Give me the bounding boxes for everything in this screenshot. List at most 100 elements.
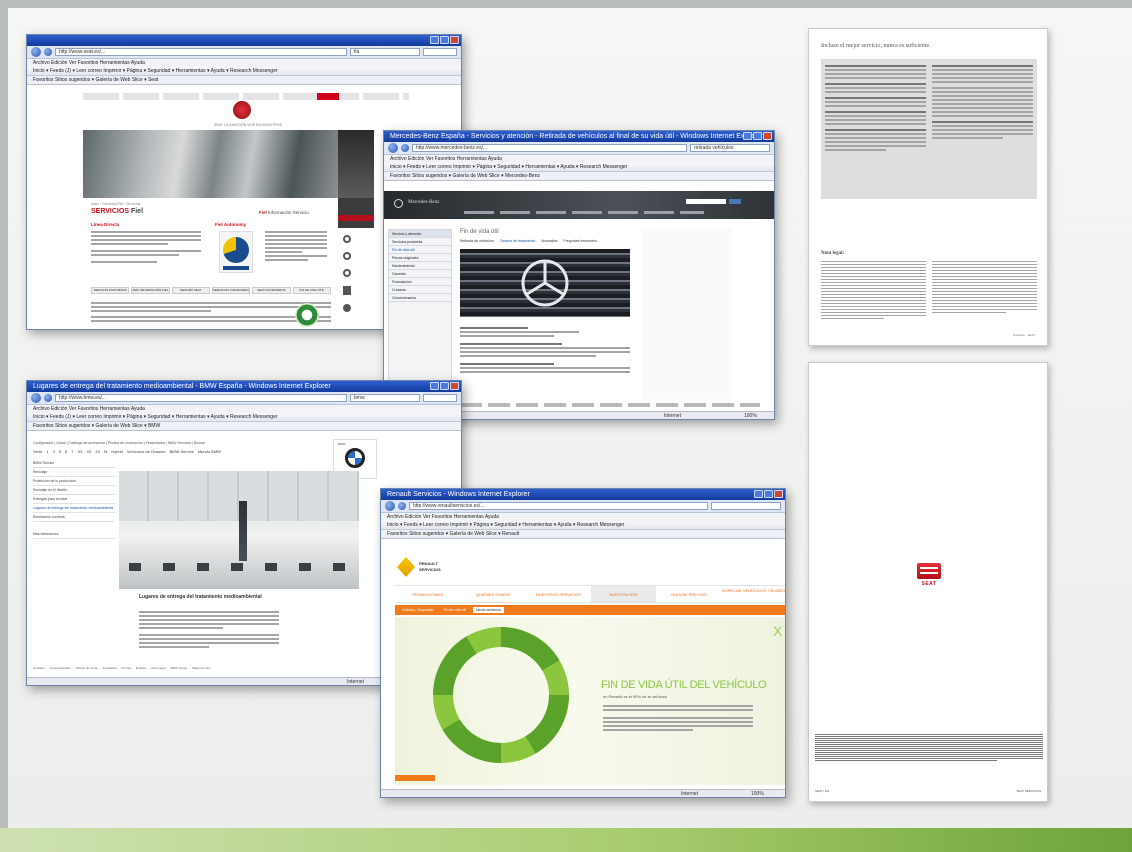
seat-side-menu-active[interactable] [338,215,374,221]
forward-arrow-icon[interactable] [44,394,52,402]
bmw-footer-link[interactable]: Concesionarios [50,666,71,670]
minimize-button[interactable] [430,382,439,390]
seat-tab[interactable]: MÁS INFORMACIÓN FIEL [131,287,170,294]
forward-arrow-icon[interactable] [401,144,409,152]
bmw-series-link[interactable]: 6 [65,449,67,454]
bmw-search-field[interactable]: bmw [350,394,420,402]
bmw-series-link[interactable]: Serie [33,449,42,454]
bmw-sidebar-item[interactable]: Reciclaje [33,468,115,477]
circle-icon[interactable] [343,269,351,277]
mercedes-sidebar-item[interactable]: Fin de vida útil [389,246,451,254]
renault-browser-window[interactable]: Renault Servicios - Windows Internet Exp… [380,488,786,798]
bmw-series-link[interactable]: Z4 [95,449,100,454]
seat-search-field[interactable]: fia [350,48,420,56]
mercedes-search-button[interactable] [729,199,741,204]
bmw-url-field[interactable]: http://www.bmw.es/... [55,394,347,402]
renault-nav-item[interactable]: GUÍA DE PRECIOS [656,586,721,602]
seat-tab[interactable]: SEGURO SEAT [171,287,210,294]
mercedes-sidebar-item[interactable]: Garantía [389,270,451,278]
mercedes-favorites-bar[interactable]: Favoritos Sitios sugeridos ▾ Galería de … [384,172,774,181]
renault-url-field[interactable]: http://www.renaultservicios.es/... [409,502,708,510]
bmw-series-link[interactable]: 7 [71,449,73,454]
seat-tab[interactable]: SERVICIO POSTVENTA [91,287,130,294]
seat-live-search[interactable] [423,48,457,56]
renault-zoom[interactable]: 100% [751,790,764,797]
bmw-sidebar-item[interactable]: Reciclaje en el diseño [33,486,115,495]
mercedes-sub-tab[interactable]: Retirada de vehículos [460,239,494,243]
renault-nav-item[interactable]: NUESTRA RED [590,586,657,602]
seat-title-bar[interactable] [27,35,461,46]
mercedes-top-nav[interactable] [464,211,704,214]
forward-arrow-icon[interactable] [44,48,52,56]
close-button[interactable] [450,36,459,44]
close-button[interactable] [774,490,783,498]
seat-url-field[interactable]: http://www.seat.es/... [55,48,347,56]
renault-close-mark[interactable]: X [773,623,782,639]
bmw-sidebar-item[interactable]: Protección de la producción [33,477,115,486]
renault-command-bar[interactable]: Inicio ▾ Feeds ▾ Leer correo Imprimir ▾ … [381,521,785,530]
mercedes-title-bar[interactable]: Mercedes-Benz España - Servicios y atenc… [384,131,774,142]
minimize-button[interactable] [743,132,752,140]
mercedes-zoom[interactable]: 100% [744,412,757,419]
mercedes-url-field[interactable]: http://www.mercedes-benz.es/... [412,144,687,152]
bmw-series-link[interactable]: X5 [86,449,91,454]
bmw-footer-link[interactable]: BMW Group [171,666,188,670]
bmw-series-link[interactable]: Hybrid [111,449,123,454]
seat-red-nav-item[interactable] [317,93,339,100]
renault-menu-bar[interactable]: Archivo Edición Ver Favoritos Herramient… [381,513,785,521]
bmw-menu-bar[interactable]: Archivo Edición Ver Favoritos Herramient… [27,405,461,413]
maximize-button[interactable] [440,382,449,390]
mercedes-sidebar-item[interactable]: Contacto [389,286,451,294]
bmw-series-link[interactable]: BMW Service [170,449,194,454]
mercedes-command-bar[interactable]: Inicio ▾ Feeds ▾ Leer correo Imprimir ▾ … [384,163,774,172]
renault-nav-item[interactable]: PROMOCIONES [395,586,460,602]
seat-page-topnav[interactable] [83,93,409,100]
bmw-sidebar[interactable]: BMW Service Reciclaje Protección de la p… [33,459,115,539]
bmw-sidebar-item[interactable]: Eliminación correcta [33,513,115,522]
maximize-button[interactable] [440,36,449,44]
bmw-sidebar-item[interactable]: Lugares de entrega del tratamiento medio… [33,504,115,513]
seat-favorites-bar[interactable]: Favoritos Sitios sugeridos ▾ Galería de … [27,76,461,85]
person-icon[interactable] [343,304,351,312]
seat-command-bar[interactable]: Inicio ▾ Feeds (J) ▾ Leer correo Imprimi… [27,67,461,76]
mercedes-sub-tab[interactable]: Preguntas frecuentes [563,239,596,243]
mercedes-sidebar-item[interactable]: Servicio y atención [389,230,451,238]
mercedes-menu-bar[interactable]: Archivo Edición Ver Favoritos Herramient… [384,155,774,163]
bmw-favorites-bar[interactable]: Favoritos Sitios sugeridos ▾ Galería de … [27,422,461,431]
bmw-sidebar-item[interactable]: BMW Service [33,459,115,468]
renault-nav-item[interactable]: QUIÉNES SOMOS [460,586,525,602]
forward-arrow-icon[interactable] [398,502,406,510]
mercedes-search-box[interactable] [686,199,726,204]
back-arrow-icon[interactable] [31,47,41,57]
bmw-footer-link[interactable]: Puntos de venta [76,666,98,670]
bmw-series-nav[interactable]: Serie 1 3 5 6 7 X3 X5 Z4 M Hybrid Vehícu… [33,449,221,454]
bmw-series-link[interactable]: Vehículos de Ocasión [127,449,166,454]
bmw-footer-links[interactable]: Contacto Concesionarios Puntos de venta … [33,666,211,670]
mercedes-page-footer[interactable] [460,403,760,407]
close-button[interactable] [450,382,459,390]
back-arrow-icon[interactable] [385,501,395,511]
bmw-footer-link[interactable]: Mapa del sitio [192,666,211,670]
mercedes-sidebar-item[interactable]: Piezas originales [389,254,451,262]
seat-side-menu[interactable] [338,198,374,228]
seat-tab[interactable]: FIN DE VIDA ÚTIL [292,287,331,294]
mercedes-browser-window[interactable]: Mercedes-Benz España - Servicios y atenc… [383,130,775,420]
circle-icon[interactable] [343,235,351,243]
mercedes-sidebar-item[interactable]: Mantenimiento [389,262,451,270]
seat-side-icons[interactable] [343,235,383,312]
mercedes-sidebar-item[interactable]: Servicios postventa [389,238,451,246]
mercedes-sidebar-item[interactable]: Concesionarios [389,294,451,302]
maximize-button[interactable] [753,132,762,140]
bmw-command-bar[interactable]: Inicio ▾ Feeds (J) ▾ Leer correo Imprimi… [27,413,461,422]
mercedes-sub-tab[interactable]: Centros de tratamiento [500,239,536,243]
bmw-top-nav[interactable]: Configurador | Gama | Catálogo de acceso… [33,441,205,445]
renault-title-bar[interactable]: Renault Servicios - Windows Internet Exp… [381,489,785,500]
minimize-button[interactable] [754,490,763,498]
bmw-footer-link[interactable]: Actualidad [102,666,116,670]
mercedes-sidebar-item[interactable]: Financiación [389,278,451,286]
bmw-footer-link[interactable]: Empleo [136,666,146,670]
circle-icon[interactable] [343,252,351,260]
bmw-series-link[interactable]: 5 [59,449,61,454]
mercedes-sidebar[interactable]: Servicio y atención Servicios postventa … [388,229,452,399]
seat-menu-bar[interactable]: Archivo Edición Ver Favoritos Herramient… [27,59,461,67]
